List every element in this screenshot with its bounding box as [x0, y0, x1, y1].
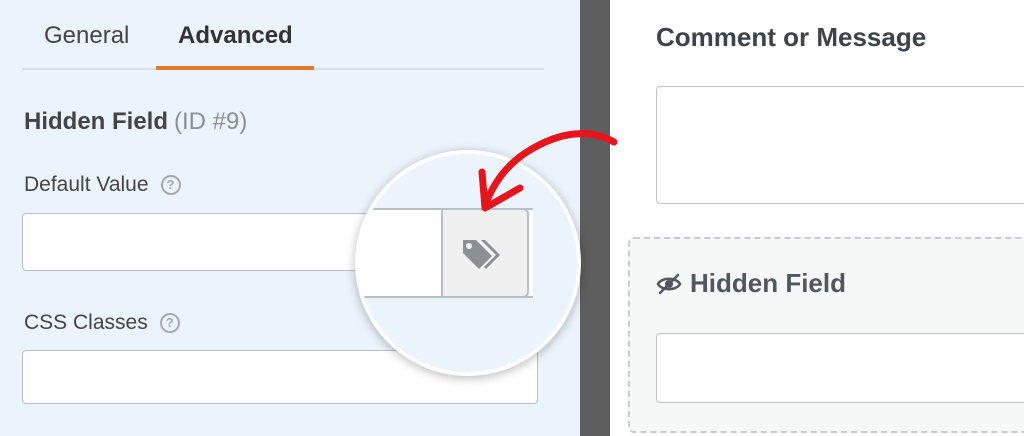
hidden-field-preview-input [656, 333, 1024, 403]
eye-slash-icon [656, 273, 682, 295]
comment-textarea[interactable] [656, 86, 1024, 204]
hidden-field-preview-label: Hidden Field [656, 268, 846, 299]
comment-field-title: Comment or Message [656, 22, 927, 52]
hidden-field-preview-text: Hidden Field [690, 268, 846, 298]
